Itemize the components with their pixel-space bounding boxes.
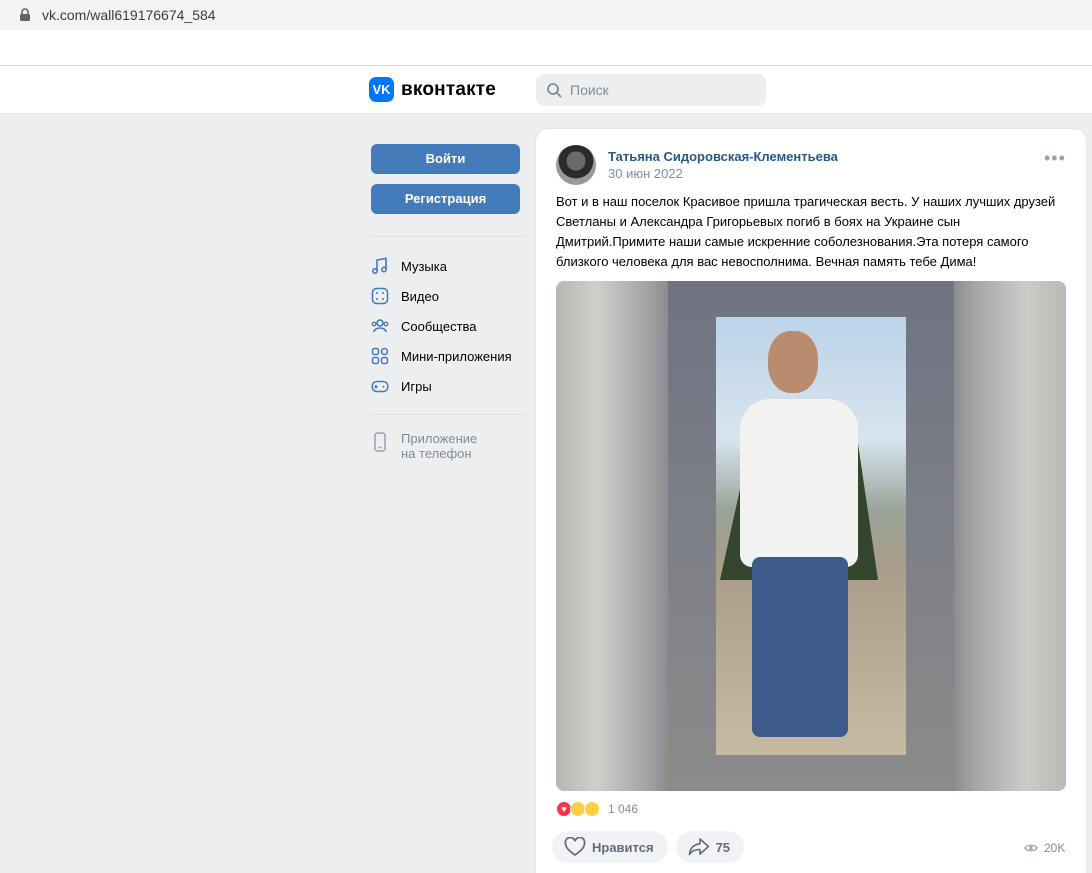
logo-wordmark: вконтакте (401, 78, 497, 100)
left-sidebar: Войти Регистрация Музыка Видео Сообществ… (371, 144, 527, 461)
games-icon (371, 380, 389, 393)
avatar[interactable] (556, 145, 596, 185)
vk-logo-icon: VK (369, 77, 394, 102)
divider (371, 236, 527, 237)
mobile-app-label-1: Приложение (401, 431, 478, 446)
url-text[interactable]: vk.com/wall619176674_584 (42, 7, 216, 23)
like-label: Нравится (592, 839, 654, 855)
sidebar-item-communities[interactable]: Сообщества (371, 311, 527, 341)
sidebar-item-label: Сообщества (401, 318, 477, 334)
person-jeans-shape (752, 557, 848, 737)
mini-apps-icon (371, 347, 389, 365)
sidebar-item-label: Игры (401, 378, 432, 394)
music-icon (371, 257, 388, 275)
heart-icon (564, 837, 586, 857)
more-options-icon[interactable]: ••• (1044, 149, 1066, 167)
sidebar-item-label: Мини-приложения (401, 348, 512, 364)
post-text: Вот и в наш поселок Красивое пришла траг… (556, 194, 1056, 269)
divider (371, 414, 527, 415)
communities-icon (371, 319, 389, 333)
video-icon (371, 287, 389, 305)
reactions-count: 1 046 (608, 802, 639, 816)
lock-icon (20, 8, 30, 21)
reactions-summary[interactable]: ♥ 1 046 (556, 801, 638, 817)
share-button[interactable]: 75 (675, 831, 745, 863)
search-icon (547, 83, 562, 98)
views-count: 20K (1044, 841, 1066, 855)
login-button[interactable]: Войти (371, 144, 520, 174)
sidebar-item-video[interactable]: Видео (371, 281, 527, 311)
browser-url-bar: vk.com/wall619176674_584 (0, 0, 1092, 66)
search-input[interactable] (570, 82, 750, 98)
wall-post: Татьяна Сидоровская-Клементьева 30 июн 2… (536, 129, 1086, 873)
mobile-app-link[interactable]: Приложение на телефон (371, 431, 527, 461)
mobile-app-label-2: на телефон (401, 446, 472, 461)
sidebar-item-label: Музыка (401, 258, 447, 274)
post-date[interactable]: 30 июн 2022 (608, 166, 683, 181)
sidebar-item-mini-apps[interactable]: Мини-приложения (371, 341, 527, 371)
sidebar-item-label: Видео (401, 288, 439, 304)
address-field[interactable]: vk.com/wall619176674_584 (0, 0, 1092, 30)
post-photo[interactable] (556, 281, 1066, 791)
laughing-reaction-icon (584, 801, 600, 817)
views-counter: 20K (1024, 841, 1065, 855)
photo-image (716, 317, 906, 755)
eye-icon (1024, 844, 1038, 852)
like-button[interactable]: Нравится (552, 831, 668, 863)
register-button[interactable]: Регистрация (371, 184, 520, 214)
vk-logo[interactable]: VK вконтакте (369, 77, 496, 102)
post-actions: Нравится 75 (552, 831, 752, 863)
sidebar-item-music[interactable]: Музыка (371, 251, 527, 281)
person-sweater-shape (740, 399, 858, 567)
share-count: 75 (715, 839, 731, 855)
share-icon (688, 838, 709, 856)
sidebar-item-games[interactable]: Игры (371, 371, 527, 401)
person-head-shape (768, 331, 818, 393)
post-author[interactable]: Татьяна Сидоровская-Клементьева (608, 149, 838, 164)
phone-icon (374, 432, 386, 452)
search-box[interactable] (536, 74, 766, 106)
site-header: VK вконтакте (0, 66, 1092, 114)
